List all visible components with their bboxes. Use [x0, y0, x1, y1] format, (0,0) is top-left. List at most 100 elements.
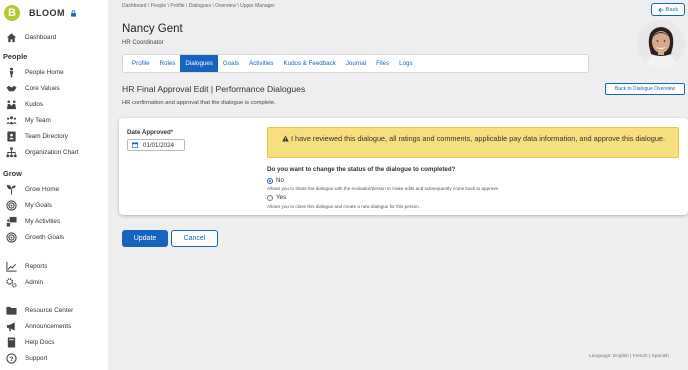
sidebar-item-admin[interactable]: Admin	[6, 276, 106, 288]
kudos-icon	[6, 99, 17, 109]
target-icon	[6, 199, 17, 211]
date-approved-label: Date Approved*	[127, 129, 173, 136]
avatar	[637, 20, 685, 68]
home-icon	[6, 32, 17, 42]
page-title: HR Final Approval Edit | Performance Dia…	[122, 84, 306, 94]
approval-warning: I have reviewed this dialogue, all ratin…	[267, 127, 679, 158]
tab-logs[interactable]: Logs	[394, 55, 417, 72]
back-button-label: Back	[665, 6, 679, 13]
approval-warning-text: I have reviewed this dialogue, all ratin…	[291, 134, 665, 143]
page-description: HR confirmation and approval that the di…	[122, 100, 276, 106]
sidebar-item-label: Resource Center	[25, 306, 74, 314]
team-icon	[6, 115, 17, 124]
sidebar-item-dashboard[interactable]: Dashboard	[6, 31, 106, 43]
back-to-overview-button[interactable]: Back to Dialogue Overview	[605, 83, 685, 95]
lock-icon	[71, 9, 76, 17]
sidebar-item-label: Dashboard	[25, 33, 57, 41]
book-icon	[7, 336, 16, 348]
org-chart-icon	[6, 146, 17, 157]
sidebar-item-my-goals[interactable]: My Goals	[6, 199, 106, 211]
megaphone-icon	[6, 321, 15, 331]
person-name: Nancy Gent	[122, 23, 183, 35]
sidebar-item-label: My Activities	[25, 217, 61, 225]
sprout-icon	[6, 184, 16, 195]
tab-files[interactable]: Files	[371, 55, 394, 72]
tab-activities[interactable]: Activities	[244, 55, 278, 72]
tab-roles[interactable]: Roles	[155, 55, 181, 72]
sidebar-item-organization-chart[interactable]: Organization Chart	[6, 146, 106, 158]
folder-icon	[6, 306, 17, 315]
update-button[interactable]: Update	[122, 230, 168, 247]
cancel-button[interactable]: Cancel	[171, 230, 218, 247]
sidebar-item-my-team[interactable]: My Team	[6, 114, 106, 126]
sidebar-item-help-docs[interactable]: Help Docs	[6, 336, 106, 348]
sidebar-item-people-home[interactable]: People Home	[6, 66, 106, 78]
tab-profile[interactable]: Profile	[127, 55, 155, 72]
date-approved-value: 01/01/2024	[143, 141, 174, 149]
section-grow: Grow	[3, 169, 22, 178]
sidebar-item-label: Grow Home	[25, 185, 60, 193]
sidebar-item-label: Help Docs	[25, 338, 55, 346]
sidebar-item-label: My Team	[25, 116, 51, 124]
section-people: People	[3, 52, 28, 61]
sidebar-item-label: Admin	[25, 278, 44, 286]
sidebar-item-label: My Goals	[25, 201, 52, 209]
line-chart-icon	[6, 261, 17, 272]
date-approved-label-text: Date Approved	[127, 129, 171, 136]
radio-yes-help: Allows you to close this dialogue and cr…	[267, 204, 420, 209]
status-question: Do you want to change the status of the …	[267, 166, 456, 173]
sidebar-item-team-directory[interactable]: Team Directory	[6, 130, 106, 142]
sidebar-item-label: Core Values	[25, 84, 60, 92]
avatar-photo	[637, 20, 685, 68]
sidebar-item-growth-goals[interactable]: Growth Goals	[6, 231, 106, 243]
radio-yes[interactable]: Yes	[267, 194, 286, 201]
radio-no[interactable]: No	[267, 177, 284, 184]
warning-icon	[282, 135, 289, 142]
required-mark: *	[170, 129, 174, 136]
person-title: HR Coordinator	[122, 40, 164, 46]
breadcrumb[interactable]: Dashboard \ People \ Profile \ Dialogues…	[122, 3, 275, 9]
tab-journal[interactable]: Journal	[341, 55, 371, 72]
sidebar-item-label: Growth Goals	[25, 233, 65, 241]
tab-kudos-feedback[interactable]: Kudos & Feedback	[279, 55, 341, 72]
back-button[interactable]: Back	[651, 3, 685, 16]
sidebar-item-grow-home[interactable]: Grow Home	[6, 183, 106, 195]
sidebar: B BLOOM Dashboard People People Home Cor…	[0, 0, 108, 370]
sidebar-item-support[interactable]: ? Support	[6, 352, 106, 364]
question-icon: ?	[6, 352, 17, 364]
sidebar-item-announcements[interactable]: Announcements	[6, 320, 106, 332]
sidebar-item-label: Organization Chart	[25, 148, 79, 156]
directory-icon	[7, 130, 16, 142]
radio-no-button[interactable]	[267, 177, 273, 184]
sidebar-item-core-values[interactable]: Core Values	[6, 82, 106, 94]
sidebar-item-label: Support	[25, 354, 48, 362]
brand-name: BLOOM	[29, 8, 65, 18]
radio-yes-button[interactable]	[267, 194, 273, 201]
radio-yes-label: Yes	[276, 194, 287, 201]
sidebar-item-label: People Home	[25, 68, 64, 76]
date-approved-field[interactable]: 01/01/2024	[127, 139, 185, 151]
sidebar-item-label: Team Directory	[25, 132, 68, 140]
sidebar-item-resource-center[interactable]: Resource Center	[6, 304, 106, 316]
brand[interactable]: B BLOOM	[4, 4, 77, 22]
arrow-left-icon	[658, 7, 664, 12]
radio-no-label: No	[276, 177, 284, 184]
target-icon	[6, 231, 17, 243]
person-icon	[9, 67, 14, 78]
tab-bar: Profile Roles Dialogues Goals Activities…	[122, 54, 589, 73]
brand-logo: B	[4, 5, 20, 21]
radio-no-help: Allows you to share the dialogue with th…	[267, 186, 500, 191]
language-selector[interactable]: Language: English | French | Spanish	[589, 354, 669, 359]
sidebar-item-label: Announcements	[25, 322, 72, 330]
tab-dialogues[interactable]: Dialogues	[180, 55, 218, 72]
sidebar-item-label: Reports	[25, 262, 48, 270]
approval-form-card: Date Approved* 01/01/2024 I have reviewe…	[119, 118, 688, 215]
activities-icon	[6, 216, 17, 227]
tab-goals[interactable]: Goals	[218, 55, 244, 72]
sidebar-item-my-activities[interactable]: My Activities	[6, 215, 106, 227]
sidebar-item-kudos[interactable]: Kudos	[6, 98, 106, 110]
calendar-icon	[132, 142, 138, 148]
sidebar-item-reports[interactable]: Reports	[6, 260, 106, 272]
svg-text:?: ?	[10, 355, 14, 362]
sidebar-item-label: Kudos	[25, 100, 44, 108]
